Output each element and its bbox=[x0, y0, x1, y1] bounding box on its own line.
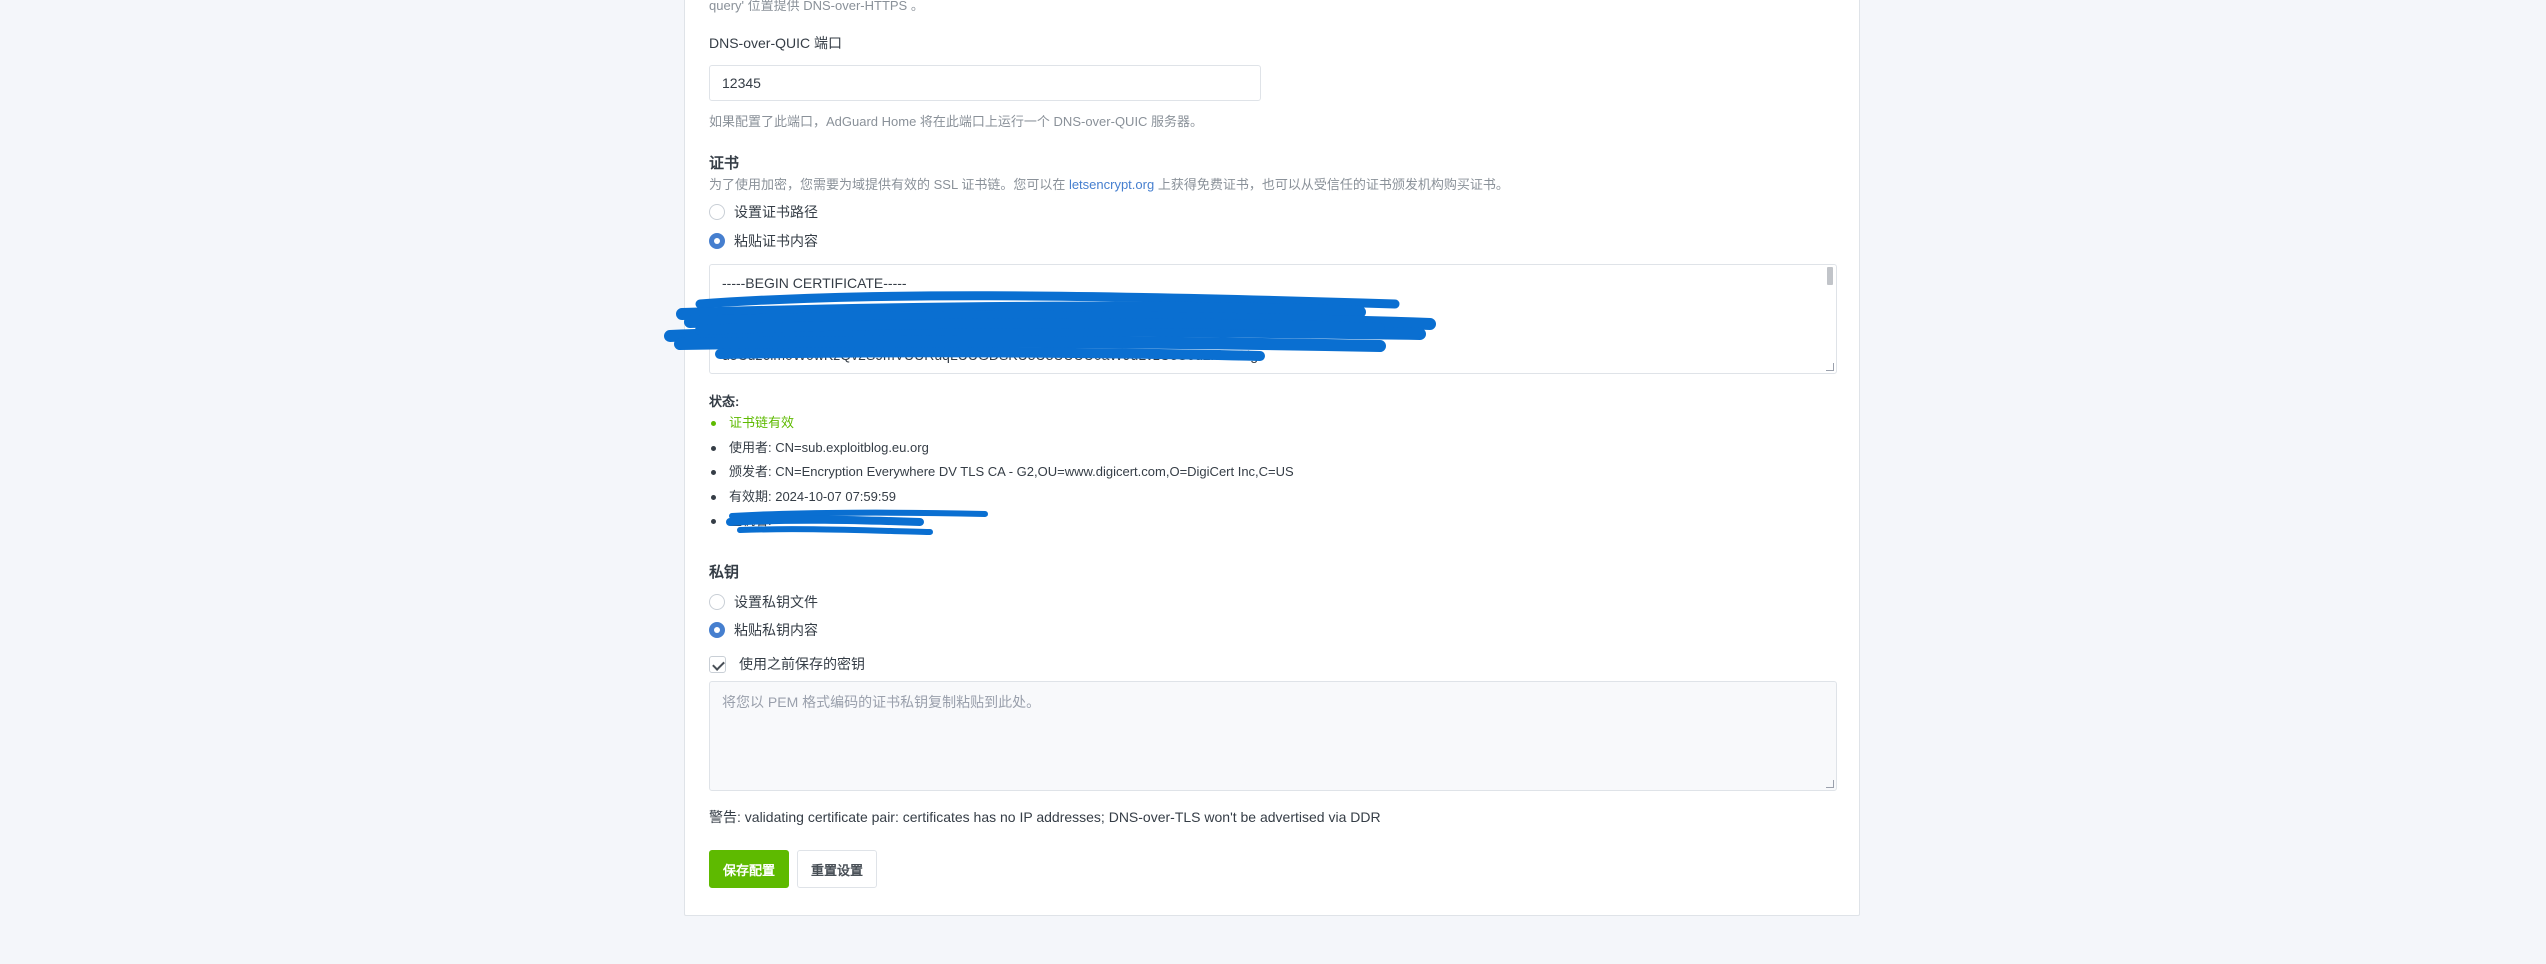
doq-port-input[interactable]: 12345 bbox=[709, 65, 1261, 101]
doh-note: query' 位置提供 DNS-over-HTTPS 。 bbox=[709, 0, 924, 13]
certificate-paste-label: 粘贴证书内容 bbox=[734, 233, 818, 249]
certificate-redaction-scribble bbox=[664, 291, 1436, 361]
doq-port-hint: 如果配置了此端口，AdGuard Home 将在此端口上运行一个 DNS-ove… bbox=[709, 114, 1204, 129]
certificate-path-label: 设置证书路径 bbox=[734, 204, 818, 220]
radio-icon bbox=[709, 204, 725, 220]
private-key-paste-label: 粘贴私钥内容 bbox=[734, 622, 818, 638]
doq-port-label: DNS-over-QUIC 端口 bbox=[709, 35, 843, 51]
radio-icon bbox=[709, 594, 725, 610]
use-saved-key-label: 使用之前保存的密钥 bbox=[739, 656, 865, 672]
certificate-description: 为了使用加密，您需要为域提供有效的 SSL 证书链。您可以在 letsencry… bbox=[709, 177, 1509, 192]
hostname-redaction-scribble bbox=[726, 509, 988, 535]
private-key-textarea[interactable]: 将您以 PEM 格式编码的证书私钥复制粘贴到此处。 bbox=[709, 681, 1837, 791]
certificate-path-option[interactable]: 设置证书路径 bbox=[709, 202, 818, 222]
private-key-paste-option[interactable]: 粘贴私钥内容 bbox=[709, 620, 818, 640]
resize-handle-icon[interactable] bbox=[1826, 363, 1834, 371]
private-key-placeholder: 将您以 PEM 格式编码的证书私钥复制粘贴到此处。 bbox=[722, 694, 1041, 710]
status-item-subject: 使用者: CN=sub.exploitblog.eu.org bbox=[709, 436, 1837, 461]
doq-port-value: 12345 bbox=[722, 75, 761, 91]
encryption-settings-card: query' 位置提供 DNS-over-HTTPS 。 DNS-over-QU… bbox=[684, 0, 1860, 916]
certificate-heading: 证书 bbox=[709, 155, 740, 172]
resize-handle-icon[interactable] bbox=[1826, 780, 1834, 788]
radio-checked-icon bbox=[709, 233, 725, 249]
use-saved-key-checkbox[interactable]: 使用之前保存的密钥 bbox=[709, 654, 865, 674]
radio-checked-icon bbox=[709, 622, 725, 638]
checkmark-icon bbox=[709, 655, 726, 673]
textarea-scrollbar[interactable] bbox=[1827, 267, 1833, 285]
private-key-file-option[interactable]: 设置私钥文件 bbox=[709, 592, 818, 612]
reset-settings-button[interactable]: 重置设置 bbox=[797, 850, 877, 888]
letsencrypt-link[interactable]: letsencrypt.org bbox=[1069, 177, 1154, 192]
certificate-warning: 警告: validating certificate pair: certifi… bbox=[709, 809, 1381, 825]
status-item-issuer: 颁发者: CN=Encryption Everywhere DV TLS CA … bbox=[709, 460, 1837, 485]
status-item-valid: 证书链有效 bbox=[709, 411, 1837, 436]
save-config-button[interactable]: 保存配置 bbox=[709, 850, 789, 888]
private-key-heading: 私钥 bbox=[709, 564, 740, 581]
certificate-paste-option[interactable]: 粘贴证书内容 bbox=[709, 231, 818, 251]
private-key-file-label: 设置私钥文件 bbox=[734, 594, 818, 610]
status-label: 状态: bbox=[709, 394, 740, 409]
